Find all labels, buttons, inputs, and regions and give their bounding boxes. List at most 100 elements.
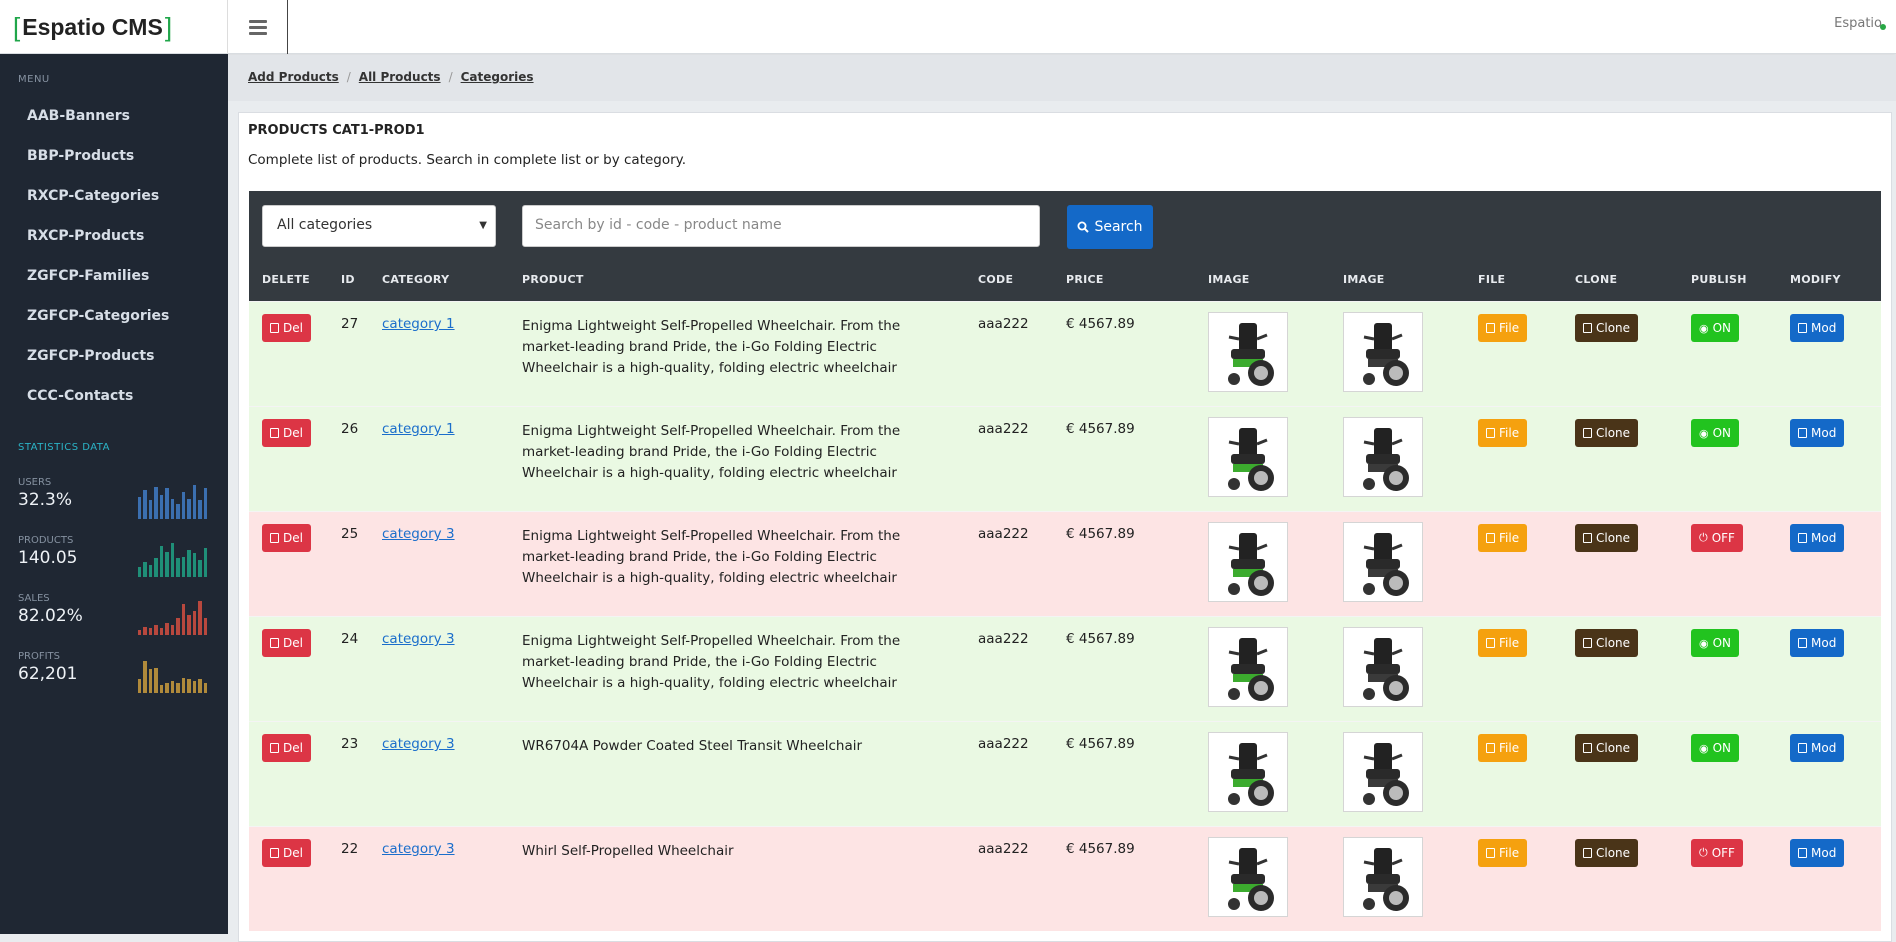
clone-icon [1583,848,1592,858]
delete-button[interactable]: Del [262,629,311,657]
search-button[interactable]: Search [1067,205,1153,249]
product-image-2[interactable] [1343,837,1423,917]
category-link-text: category 3 [382,841,455,857]
row-category-link[interactable]: category 3 [382,631,455,647]
delete-button[interactable]: Del [262,524,311,552]
sidebar-item-zgfcp-products[interactable]: ZGFCP-Products [27,348,154,364]
file-icon [1486,743,1495,753]
delete-button[interactable]: Del [262,839,311,867]
row-category-link[interactable]: category 3 [382,526,455,542]
product-image-1[interactable] [1208,522,1288,602]
sparkline-bar [148,565,152,577]
file-button[interactable]: File [1478,629,1528,657]
publish-toggle-button[interactable]: ⏻ OFF [1691,524,1743,552]
publish-toggle-button[interactable]: ◉ ON [1691,734,1740,762]
product-image-1[interactable] [1208,837,1288,917]
category-link-text: category 3 [382,736,455,752]
breadcrumb-categories[interactable]: Categories [461,70,534,84]
product-image-1[interactable] [1208,417,1288,497]
clone-button[interactable]: Clone [1575,629,1639,657]
delete-button[interactable]: Del [262,314,311,342]
row-category-link[interactable]: category 1 [382,316,455,332]
sparkline-bar [176,618,180,635]
row-product-name: Enigma Lightweight Self-Propelled Wheelc… [522,318,901,376]
sparkline-bar [165,682,169,693]
clone-button[interactable]: Clone [1575,524,1639,552]
file-button[interactable]: File [1478,524,1528,552]
sparkline-bar [198,601,202,635]
product-image-1[interactable] [1208,312,1288,392]
modify-button-label: Mod [1811,321,1837,335]
brand-logo[interactable]: [ Espatio CMS ] [0,0,228,54]
eye-icon: ◉ [1699,741,1709,755]
row-category-link[interactable]: category 3 [382,736,455,752]
product-image-1[interactable] [1208,732,1288,812]
category-filter-select[interactable]: All categories ▼ [262,205,496,247]
row-product-name: WR6704A Powder Coated Steel Transit Whee… [522,738,863,754]
file-button[interactable]: File [1478,839,1528,867]
product-image-2[interactable] [1343,312,1423,392]
file-button[interactable]: File [1478,314,1528,342]
sidebar-item-zgfcp-families[interactable]: ZGFCP-Families [27,268,149,284]
breadcrumb-all-products[interactable]: All Products [359,70,441,84]
search-input[interactable]: Search by id - code - product name [522,205,1040,247]
sidebar-item-contacts[interactable]: CCC-Contacts [27,388,133,404]
row-code: aaa222 [978,526,1029,542]
clone-button[interactable]: Clone [1575,314,1639,342]
sidebar-item-rxcp-products[interactable]: RXCP-Products [27,228,144,244]
delete-button[interactable]: Del [262,419,311,447]
clone-button[interactable]: Clone [1575,839,1639,867]
sidebar-item-rxcp-categories[interactable]: RXCP-Categories [27,188,159,204]
breadcrumb-bar: Add Products / All Products / Categories [228,55,1896,101]
sparkline-bar [143,490,147,519]
row-price: € 4567.89 [1066,526,1135,542]
sidebar-item-zgfcp-categories[interactable]: ZGFCP-Categories [27,308,169,324]
sidebar-item-banners[interactable]: AAB-Banners [27,108,130,124]
row-price: € 4567.89 [1066,421,1135,437]
sidebar-item-bbp-products[interactable]: BBP-Products [27,148,134,164]
profits-sparkline [137,659,207,693]
file-button-label: File [1499,426,1520,440]
sales-sparkline [137,601,207,635]
product-image-2[interactable] [1343,627,1423,707]
publish-toggle-button[interactable]: ◉ ON [1691,629,1740,657]
row-category-link[interactable]: category 1 [382,421,455,437]
menu-toggle-button[interactable] [228,0,288,54]
breadcrumb-add-products[interactable]: Add Products [248,70,339,84]
sparkline-bar [165,623,169,635]
product-image-2[interactable] [1343,732,1423,812]
modify-button[interactable]: Mod [1790,839,1845,867]
product-image-1[interactable] [1208,627,1288,707]
clone-button[interactable]: Clone [1575,734,1639,762]
modify-button[interactable]: Mod [1790,314,1845,342]
table-row: Del 23 category 3 WR6704A Powder Coated … [249,721,1881,826]
publish-toggle-button[interactable]: ◉ ON [1691,314,1740,342]
file-button[interactable]: File [1478,419,1528,447]
sparkline-bar [181,556,185,577]
modify-button[interactable]: Mod [1790,524,1845,552]
row-category-link[interactable]: category 3 [382,841,455,857]
product-image-2[interactable] [1343,522,1423,602]
sparkline-bar [203,618,207,635]
modify-button[interactable]: Mod [1790,629,1845,657]
clone-button-label: Clone [1596,846,1631,860]
column-header-modify: MODIFY [1790,273,1841,286]
modify-button[interactable]: Mod [1790,734,1845,762]
sparkline-bar [143,561,147,577]
file-button[interactable]: File [1478,734,1528,762]
sparkline-bar [137,679,141,693]
column-header-category: CATEGORY [382,273,450,286]
sparkline-bar [170,543,174,577]
publish-toggle-button[interactable]: ⏻ OFF [1691,839,1743,867]
sparkline-bar [170,681,174,693]
publish-toggle-button[interactable]: ◉ ON [1691,419,1740,447]
row-product-name: Enigma Lightweight Self-Propelled Wheelc… [522,528,901,586]
delete-button[interactable]: Del [262,734,311,762]
modify-button[interactable]: Mod [1790,419,1845,447]
user-name[interactable]: Espatio [1834,16,1882,31]
product-image-2[interactable] [1343,417,1423,497]
category-link-text: category 1 [382,421,455,437]
trash-icon [270,428,279,438]
sparkline-bar [143,660,147,693]
clone-button[interactable]: Clone [1575,419,1639,447]
